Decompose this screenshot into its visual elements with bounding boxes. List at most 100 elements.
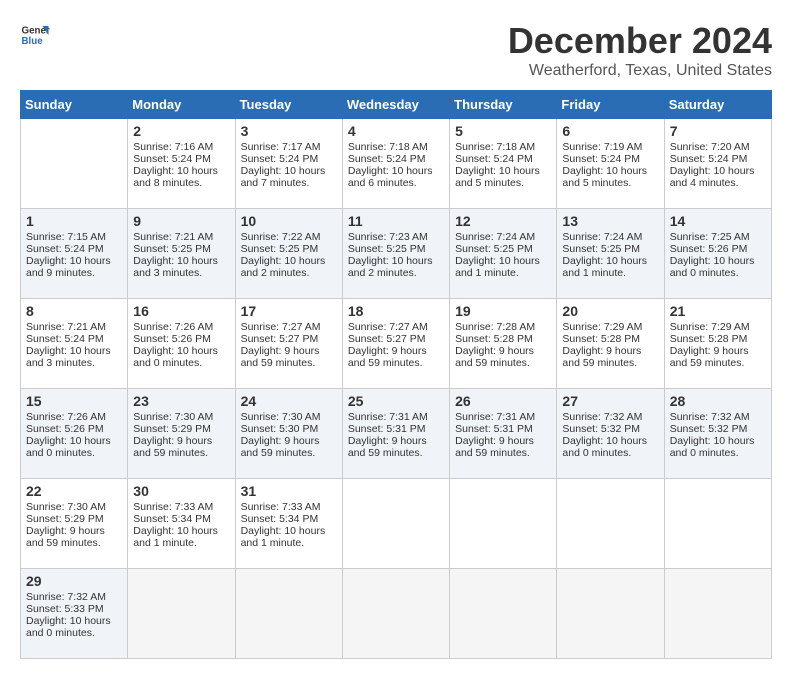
- daylight-text: Daylight: 10 hours and 1 minute.: [562, 255, 658, 279]
- sunrise-text: Sunrise: 7:33 AM: [133, 501, 229, 513]
- day-number: 4: [348, 123, 444, 139]
- calendar-cell: [128, 569, 235, 659]
- calendar-cell: 28Sunrise: 7:32 AMSunset: 5:32 PMDayligh…: [664, 389, 771, 479]
- daylight-text: Daylight: 9 hours and 59 minutes.: [455, 345, 551, 369]
- daylight-text: Daylight: 10 hours and 0 minutes.: [133, 345, 229, 369]
- daylight-text: Daylight: 10 hours and 7 minutes.: [241, 165, 337, 189]
- sunset-text: Sunset: 5:25 PM: [133, 243, 229, 255]
- calendar-cell: [664, 569, 771, 659]
- day-number: 27: [562, 393, 658, 409]
- sunset-text: Sunset: 5:24 PM: [670, 153, 766, 165]
- day-number: 3: [241, 123, 337, 139]
- calendar-cell: [235, 569, 342, 659]
- day-number: 13: [562, 213, 658, 229]
- calendar-cell: [557, 479, 664, 569]
- day-number: 30: [133, 483, 229, 499]
- sunset-text: Sunset: 5:29 PM: [26, 513, 122, 525]
- day-number: 11: [348, 213, 444, 229]
- day-number: 6: [562, 123, 658, 139]
- sunrise-text: Sunrise: 7:32 AM: [26, 591, 122, 603]
- sunset-text: Sunset: 5:34 PM: [241, 513, 337, 525]
- sunrise-text: Sunrise: 7:21 AM: [133, 231, 229, 243]
- sunset-text: Sunset: 5:28 PM: [455, 333, 551, 345]
- calendar-cell: 26Sunrise: 7:31 AMSunset: 5:31 PMDayligh…: [450, 389, 557, 479]
- sunset-text: Sunset: 5:25 PM: [241, 243, 337, 255]
- calendar-cell: 30 Sunrise: 7:33 AMSunset: 5:34 PMDayligh…: [128, 479, 235, 569]
- sunrise-text: Sunrise: 7:21 AM: [26, 321, 122, 333]
- header: General Blue December 2024 Weatherford, …: [20, 20, 772, 80]
- calendar-table: SundayMondayTuesdayWednesdayThursdayFrid…: [20, 90, 772, 659]
- calendar-cell: 2Sunrise: 7:16 AMSunset: 5:24 PMDaylight…: [128, 119, 235, 209]
- day-number: 22: [26, 483, 122, 499]
- sunrise-text: Sunrise: 7:18 AM: [455, 141, 551, 153]
- calendar-cell: 10Sunrise: 7:22 AMSunset: 5:25 PMDayligh…: [235, 209, 342, 299]
- day-number: 31: [241, 483, 337, 499]
- sunset-text: Sunset: 5:34 PM: [133, 513, 229, 525]
- sunset-text: Sunset: 5:28 PM: [670, 333, 766, 345]
- day-number: 12: [455, 213, 551, 229]
- calendar-cell: 12Sunrise: 7:24 AMSunset: 5:25 PMDayligh…: [450, 209, 557, 299]
- calendar-cell: 14Sunrise: 7:25 AMSunset: 5:26 PMDayligh…: [664, 209, 771, 299]
- calendar-header-sunday: Sunday: [21, 91, 128, 119]
- daylight-text: Daylight: 9 hours and 59 minutes.: [670, 345, 766, 369]
- daylight-text: Daylight: 10 hours and 6 minutes.: [348, 165, 444, 189]
- calendar-cell: 18Sunrise: 7:27 AMSunset: 5:27 PMDayligh…: [342, 299, 449, 389]
- calendar-cell: 11Sunrise: 7:23 AMSunset: 5:25 PMDayligh…: [342, 209, 449, 299]
- day-number: 8: [26, 303, 122, 319]
- sunrise-text: Sunrise: 7:25 AM: [670, 231, 766, 243]
- sunset-text: Sunset: 5:28 PM: [562, 333, 658, 345]
- page-container: General Blue December 2024 Weatherford, …: [20, 20, 772, 659]
- day-number: 19: [455, 303, 551, 319]
- calendar-week-row: 29Sunrise: 7:32 AMSunset: 5:33 PMDayligh…: [21, 569, 772, 659]
- sunset-text: Sunset: 5:26 PM: [133, 333, 229, 345]
- daylight-text: Daylight: 9 hours and 59 minutes.: [241, 345, 337, 369]
- day-number: 9: [133, 213, 229, 229]
- calendar-cell: 29Sunrise: 7:32 AMSunset: 5:33 PMDayligh…: [21, 569, 128, 659]
- calendar-cell: 7Sunrise: 7:20 AMSunset: 5:24 PMDaylight…: [664, 119, 771, 209]
- calendar-cell: 21Sunrise: 7:29 AMSunset: 5:28 PMDayligh…: [664, 299, 771, 389]
- subtitle: Weatherford, Texas, United States: [508, 62, 772, 80]
- daylight-text: Daylight: 10 hours and 1 minute.: [241, 525, 337, 549]
- sunrise-text: Sunrise: 7:29 AM: [562, 321, 658, 333]
- day-number: 29: [26, 573, 122, 589]
- sunrise-text: Sunrise: 7:19 AM: [562, 141, 658, 153]
- main-title: December 2024: [508, 20, 772, 62]
- calendar-cell: 19Sunrise: 7:28 AMSunset: 5:28 PMDayligh…: [450, 299, 557, 389]
- day-number: 7: [670, 123, 766, 139]
- calendar-week-row: 22Sunrise: 7:30 AMSunset: 5:29 PMDayligh…: [21, 479, 772, 569]
- sunset-text: Sunset: 5:25 PM: [562, 243, 658, 255]
- calendar-header-friday: Friday: [557, 91, 664, 119]
- title-area: December 2024 Weatherford, Texas, United…: [508, 20, 772, 80]
- day-number: 25: [348, 393, 444, 409]
- calendar-cell: 1Sunrise: 7:15 AMSunset: 5:24 PMDaylight…: [21, 209, 128, 299]
- sunrise-text: Sunrise: 7:32 AM: [670, 411, 766, 423]
- sunrise-text: Sunrise: 7:27 AM: [348, 321, 444, 333]
- daylight-text: Daylight: 10 hours and 1 minute.: [133, 525, 229, 549]
- calendar-cell: 27Sunrise: 7:32 AMSunset: 5:32 PMDayligh…: [557, 389, 664, 479]
- calendar-cell: [21, 119, 128, 209]
- sunset-text: Sunset: 5:26 PM: [670, 243, 766, 255]
- calendar-header-wednesday: Wednesday: [342, 91, 449, 119]
- calendar-week-row: 15Sunrise: 7:26 AMSunset: 5:26 PMDayligh…: [21, 389, 772, 479]
- sunrise-text: Sunrise: 7:15 AM: [26, 231, 122, 243]
- sunset-text: Sunset: 5:27 PM: [241, 333, 337, 345]
- sunrise-text: Sunrise: 7:27 AM: [241, 321, 337, 333]
- sunset-text: Sunset: 5:24 PM: [241, 153, 337, 165]
- sunrise-text: Sunrise: 7:24 AM: [455, 231, 551, 243]
- day-number: 28: [670, 393, 766, 409]
- sunset-text: Sunset: 5:33 PM: [26, 603, 122, 615]
- calendar-cell: 13 Sunrise: 7:24 AMSunset: 5:25 PMDayligh…: [557, 209, 664, 299]
- sunrise-text: Sunrise: 7:32 AM: [562, 411, 658, 423]
- calendar-cell: [342, 569, 449, 659]
- day-number: 15: [26, 393, 122, 409]
- sunrise-text: Sunrise: 7:16 AM: [133, 141, 229, 153]
- calendar-cell: 16Sunrise: 7:26 AMSunset: 5:26 PMDayligh…: [128, 299, 235, 389]
- sunset-text: Sunset: 5:32 PM: [670, 423, 766, 435]
- day-number: 18: [348, 303, 444, 319]
- sunset-text: Sunset: 5:31 PM: [455, 423, 551, 435]
- calendar-cell: [450, 479, 557, 569]
- calendar-cell: 24Sunrise: 7:30 AMSunset: 5:30 PMDayligh…: [235, 389, 342, 479]
- daylight-text: Daylight: 10 hours and 5 minutes.: [562, 165, 658, 189]
- sunrise-text: Sunrise: 7:24 AM: [562, 231, 658, 243]
- calendar-cell: [450, 569, 557, 659]
